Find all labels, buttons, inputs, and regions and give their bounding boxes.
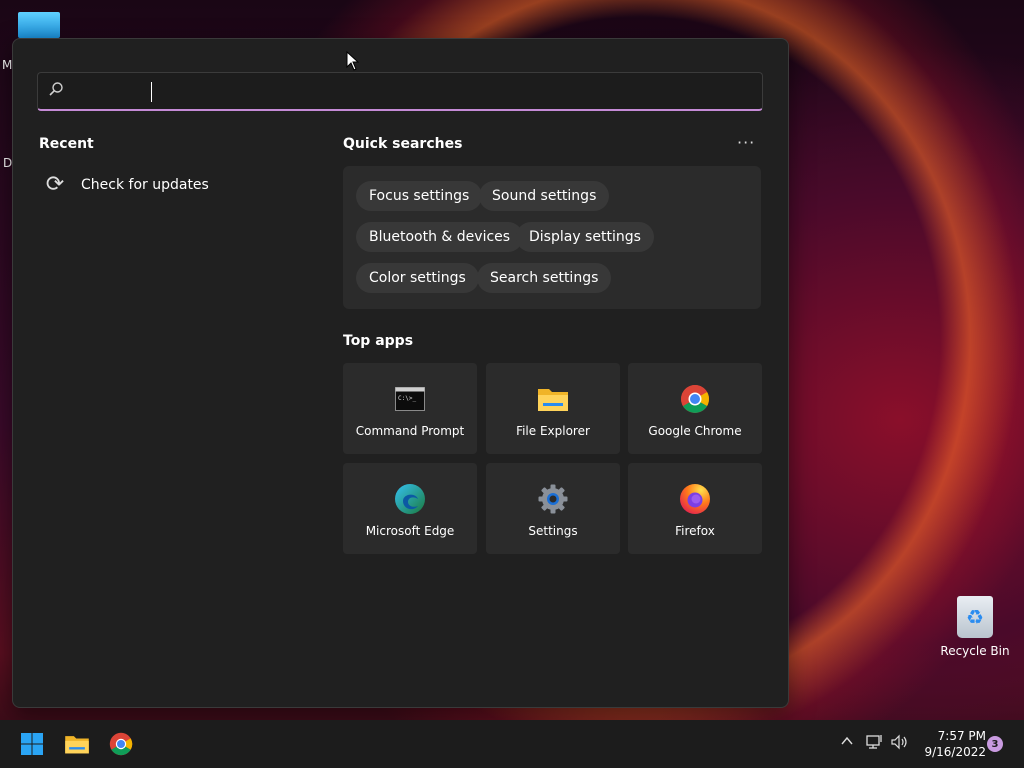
recycle-bin-label: Recycle Bin <box>940 644 1010 658</box>
chevron-up-icon[interactable] <box>840 734 854 752</box>
app-tile-file-explorer[interactable]: File Explorer <box>486 363 620 454</box>
taskbar-chrome[interactable] <box>103 728 139 760</box>
windows-logo-icon <box>21 733 43 755</box>
taskbar: 7:57 PM 9/16/2022 <box>0 720 1024 768</box>
app-tile-google-chrome[interactable]: Google Chrome <box>628 363 762 454</box>
desktop-icon-partial[interactable] <box>18 12 60 38</box>
text-caret <box>151 82 152 102</box>
network-icon[interactable] <box>866 734 884 754</box>
refresh-icon: ⟳ <box>45 172 65 197</box>
search-box[interactable] <box>37 72 763 111</box>
notification-badge[interactable]: 3 <box>987 736 1003 752</box>
recent-item-check-for-updates[interactable]: ⟳ Check for updates <box>43 172 209 197</box>
recycle-bin[interactable]: ♻ Recycle Bin <box>940 596 1010 658</box>
search-icon <box>48 81 78 101</box>
chip-color-settings[interactable]: Color settings <box>356 263 479 293</box>
chip-sound-settings[interactable]: Sound settings <box>479 181 610 211</box>
app-tile-label: File Explorer <box>516 424 590 438</box>
app-tile-label: Settings <box>528 524 578 538</box>
search-panel: Recent ⟳ Check for updates Quick searche… <box>12 38 789 708</box>
chrome-icon <box>679 383 711 415</box>
chip-focus-settings[interactable]: Focus settings <box>356 181 483 211</box>
quick-searches-title: Quick searches <box>343 136 463 152</box>
search-input[interactable] <box>118 82 762 100</box>
chip-search-settings[interactable]: Search settings <box>477 263 612 293</box>
chrome-icon <box>109 732 133 756</box>
firefox-icon <box>679 483 711 515</box>
settings-gear-icon <box>537 483 569 515</box>
top-apps-title: Top apps <box>343 333 414 349</box>
file-explorer-icon <box>65 736 89 754</box>
app-tile-microsoft-edge[interactable]: Microsoft Edge <box>343 463 477 554</box>
taskbar-file-explorer[interactable] <box>59 728 95 760</box>
app-tile-label: Microsoft Edge <box>365 524 455 538</box>
chip-display-settings[interactable]: Display settings <box>516 222 654 252</box>
app-tile-command-prompt[interactable]: C:\>_ Command Prompt <box>343 363 477 454</box>
app-tile-label: Command Prompt <box>355 424 465 438</box>
file-explorer-icon <box>537 383 569 415</box>
desktop-label-clipped: M <box>2 58 13 72</box>
clock-date: 9/16/2022 <box>924 745 986 759</box>
app-tile-label: Firefox <box>675 524 715 538</box>
svg-text:C:\>_: C:\>_ <box>398 395 416 402</box>
app-tile-firefox[interactable]: Firefox <box>628 463 762 554</box>
edge-icon <box>394 483 426 515</box>
command-prompt-icon: C:\>_ <box>394 383 426 415</box>
chip-bluetooth-devices[interactable]: Bluetooth & devices <box>356 222 524 252</box>
recycle-bin-icon: ♻ <box>957 596 993 638</box>
volume-icon[interactable] <box>891 734 909 754</box>
app-tile-settings[interactable]: Settings <box>486 463 620 554</box>
start-button[interactable] <box>14 728 50 760</box>
clock[interactable]: 7:57 PM 9/16/2022 <box>916 728 986 760</box>
quick-searches-box: Focus settings Sound settings Bluetooth … <box>343 166 761 309</box>
more-options-icon[interactable]: ··· <box>737 133 755 152</box>
mouse-cursor-icon <box>346 51 360 71</box>
recent-item-label: Check for updates <box>81 176 209 193</box>
clock-time: 7:57 PM <box>937 729 986 743</box>
recent-title: Recent <box>39 136 94 152</box>
app-tile-label: Google Chrome <box>648 424 742 438</box>
